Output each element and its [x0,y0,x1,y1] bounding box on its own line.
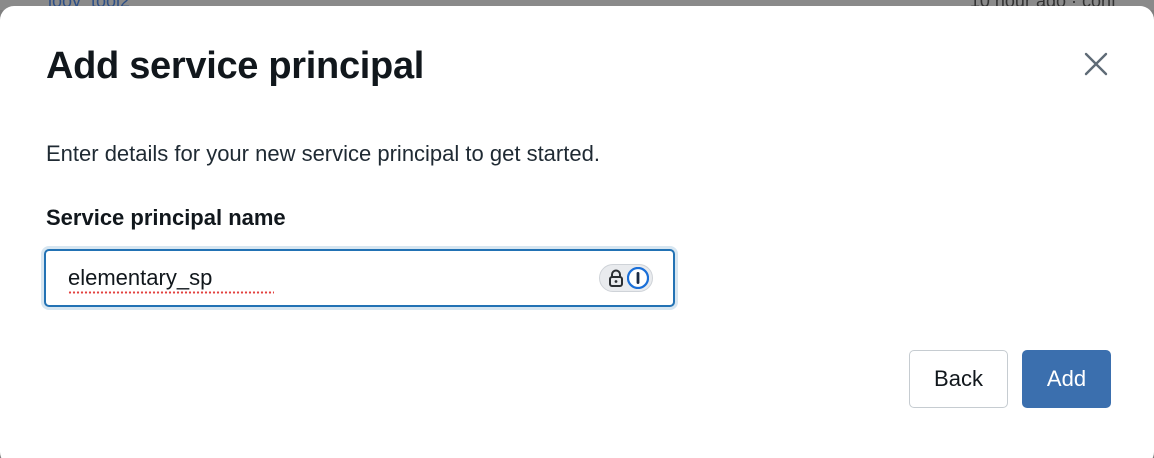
service-principal-name-label: Service principal name [46,205,286,230]
close-icon [1084,52,1108,76]
close-button[interactable] [1080,48,1112,80]
back-button[interactable]: Back [909,350,1008,408]
dialog-description: Enter details for your new service princ… [46,141,600,166]
add-button[interactable]: Add [1022,350,1111,408]
lock-icon [609,269,623,287]
spellcheck-underline [68,291,274,294]
dialog-title: Add service principal [46,45,425,87]
onepassword-icon [627,267,649,289]
password-manager-button[interactable] [599,264,653,292]
service-principal-name-field[interactable] [44,249,675,307]
service-principal-name-input[interactable] [68,261,588,295]
add-service-principal-dialog: Add service principal Enter details for … [0,6,1154,458]
